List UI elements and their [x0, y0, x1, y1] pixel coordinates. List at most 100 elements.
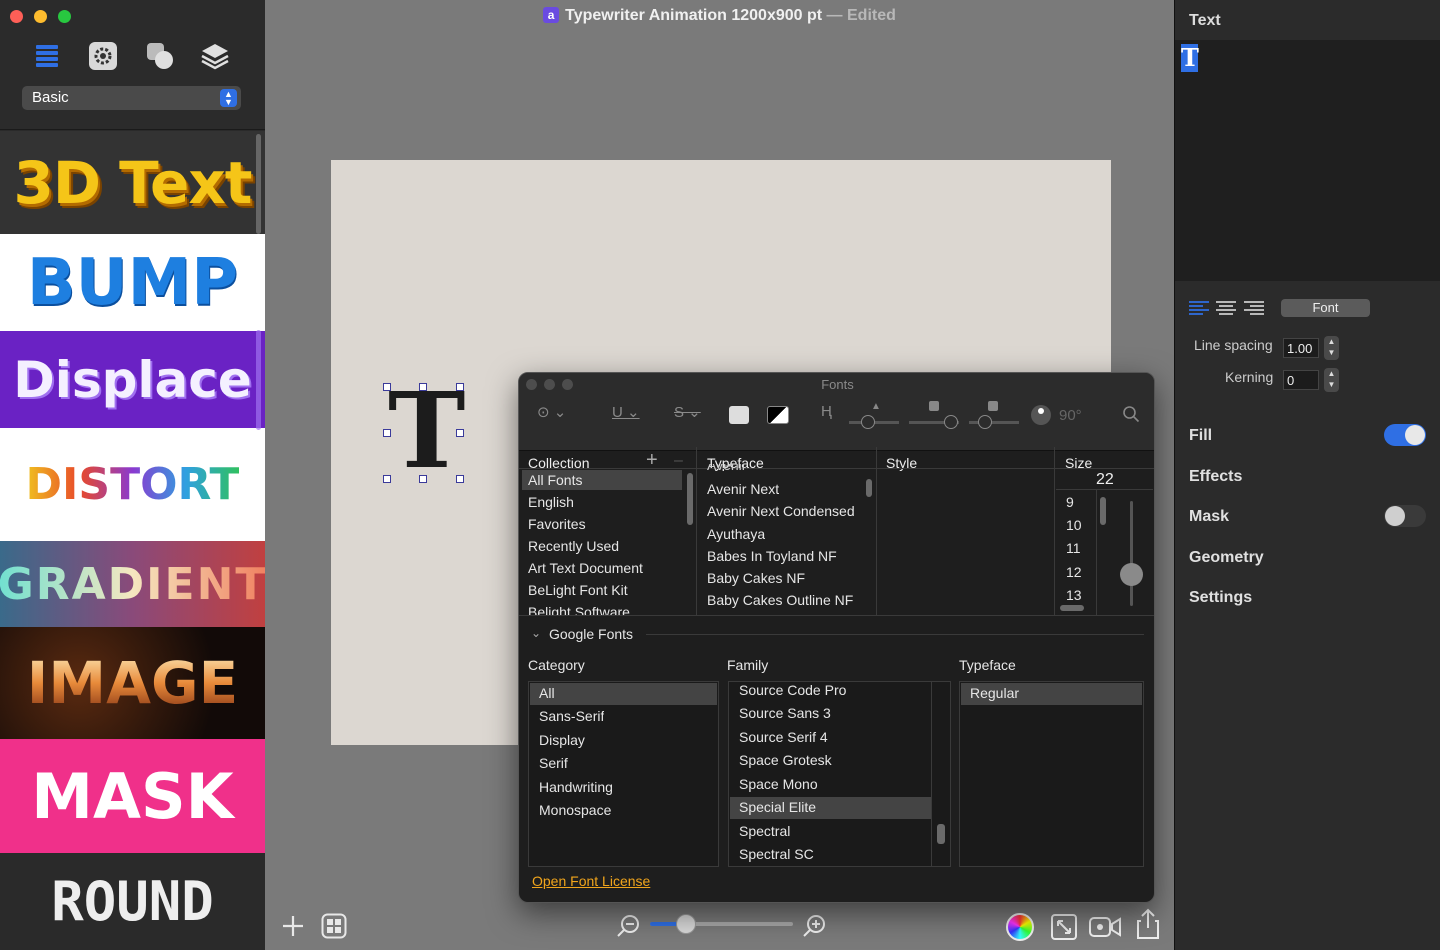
document-color-swatch[interactable] — [767, 406, 789, 424]
search-icon[interactable] — [1122, 405, 1140, 428]
size-item[interactable]: 9 — [1066, 494, 1074, 510]
family-scrollbar[interactable] — [937, 824, 945, 844]
size-item[interactable]: 12 — [1066, 564, 1082, 580]
font-button[interactable]: Font — [1281, 299, 1370, 317]
fill-toggle[interactable] — [1384, 424, 1426, 446]
preset-select[interactable]: Basic ▲ ▼ — [22, 86, 241, 110]
text-color-swatch[interactable] — [729, 406, 749, 424]
add-icon[interactable] — [281, 914, 305, 943]
align-center-icon[interactable] — [1216, 300, 1236, 316]
category-item[interactable]: Display — [539, 732, 585, 748]
family-item[interactable]: Space Mono — [739, 776, 818, 792]
gf-typeface-item[interactable]: Regular — [970, 685, 1019, 701]
category-item[interactable]: Sans-Serif — [539, 708, 604, 724]
resize-handle[interactable] — [419, 475, 427, 483]
family-item[interactable]: Source Code Pro — [739, 682, 846, 698]
layers-icon[interactable] — [199, 40, 231, 72]
family-item[interactable]: Spectral SC — [739, 846, 814, 862]
zoom-slider-knob[interactable] — [676, 914, 696, 934]
style-tile-3d-text[interactable]: 3D Text — [0, 131, 265, 234]
resize-handle[interactable] — [383, 475, 391, 483]
gear-icon[interactable] — [87, 40, 119, 72]
typeface-item[interactable]: Babes In Toyland NF — [707, 548, 837, 564]
zoom-out-icon[interactable] — [615, 913, 641, 944]
video-export-icon[interactable] — [1088, 913, 1122, 946]
style-tile-displace[interactable]: Displace — [0, 331, 265, 428]
resize-handle[interactable] — [456, 429, 464, 437]
align-left-icon[interactable] — [1189, 300, 1209, 316]
style-tile-round[interactable]: ROUND — [0, 853, 265, 950]
align-right-icon[interactable] — [1244, 300, 1264, 316]
mask-section[interactable]: Mask — [1189, 508, 1229, 526]
chevron-down-icon[interactable]: ⌄ — [531, 626, 541, 640]
collection-scrollbar[interactable] — [687, 473, 693, 525]
style-tile-mask[interactable]: MASK — [0, 739, 265, 853]
typeface-item[interactable]: Avenir Next — [707, 481, 779, 497]
style-tile-distort[interactable]: DISTORT — [0, 428, 265, 541]
geometry-section[interactable]: Geometry — [1189, 549, 1264, 567]
google-fonts-section-label[interactable]: Google Fonts — [549, 626, 633, 642]
share-icon[interactable] — [1135, 908, 1161, 945]
resize-handle[interactable] — [383, 383, 391, 391]
resize-handle[interactable] — [383, 429, 391, 437]
category-item[interactable]: All — [539, 685, 555, 701]
size-scrollbar[interactable] — [1100, 497, 1106, 525]
close-window-button[interactable] — [10, 10, 23, 23]
fit-to-window-icon[interactable] — [1050, 913, 1078, 946]
style-tile-bump[interactable]: BUMP — [0, 234, 265, 331]
settings-section[interactable]: Settings — [1189, 589, 1252, 607]
category-item[interactable]: Serif — [539, 755, 568, 771]
size-slider-knob[interactable] — [1120, 563, 1143, 586]
strikethrough-icon[interactable]: S ⌄ — [674, 403, 701, 421]
collection-item[interactable]: Art Text Document — [528, 560, 643, 576]
grid-view-icon[interactable] — [321, 913, 347, 944]
kerning-stepper[interactable]: ▲ ▼ — [1324, 368, 1339, 392]
style-tile-gradient[interactable]: GRADIENT — [0, 541, 265, 627]
family-item[interactable]: Source Serif 4 — [739, 729, 828, 745]
typeface-item[interactable]: Avenir Next Condensed — [707, 503, 857, 519]
size-item[interactable]: 11 — [1066, 540, 1081, 556]
collection-item[interactable]: All Fonts — [528, 472, 582, 488]
shadow-angle-dial[interactable] — [1031, 405, 1051, 425]
resize-handle[interactable] — [419, 383, 427, 391]
collection-item[interactable]: BeLight Font Kit — [528, 582, 628, 598]
family-item[interactable]: Space Grotesk — [739, 752, 832, 768]
typeface-scrollbar[interactable] — [866, 479, 872, 497]
text-editor[interactable]: T — [1175, 40, 1440, 281]
typeface-item[interactable]: Ayuthaya — [707, 526, 765, 542]
kerning-field[interactable]: 0 — [1283, 370, 1319, 390]
color-wheel-icon[interactable] — [1006, 913, 1034, 941]
shadow-blur-knob[interactable] — [944, 415, 958, 429]
text-shadow-icon[interactable]: Ⱨ — [821, 403, 832, 420]
collection-item[interactable]: English — [528, 494, 574, 510]
size-item[interactable]: 13 — [1066, 587, 1082, 603]
size-field[interactable]: 22 — [1056, 470, 1153, 490]
styles-scrollbar[interactable] — [256, 134, 261, 234]
family-item[interactable]: Source Sans 3 — [739, 705, 831, 721]
fill-section[interactable]: Fill — [1189, 427, 1212, 445]
zoom-in-icon[interactable] — [801, 913, 827, 944]
line-spacing-stepper[interactable]: ▲ ▼ — [1324, 336, 1339, 360]
minimize-window-button[interactable] — [34, 10, 47, 23]
shapes-icon[interactable] — [144, 40, 176, 72]
size-item[interactable]: 10 — [1066, 517, 1082, 533]
action-menu-icon[interactable]: ⊙ ⌄ — [537, 403, 566, 421]
typeface-item[interactable]: Baby Cakes NF — [707, 570, 805, 586]
shadow-offset-knob[interactable] — [978, 415, 992, 429]
list-icon[interactable] — [31, 40, 63, 72]
resize-handle[interactable] — [456, 383, 464, 391]
line-spacing-field[interactable]: 1.00 — [1283, 338, 1319, 358]
resize-handle[interactable] — [456, 475, 464, 483]
shadow-opacity-knob[interactable] — [861, 415, 875, 429]
typeface-item[interactable]: Baby Cakes Outline NF — [707, 592, 853, 608]
mask-toggle[interactable] — [1384, 505, 1426, 527]
collection-item[interactable]: Favorites — [528, 516, 586, 532]
size-horizontal-scrollbar[interactable] — [1060, 605, 1084, 611]
family-item-selected[interactable]: Special Elite — [739, 799, 816, 815]
underline-icon[interactable]: U ⌄ — [612, 403, 640, 421]
effects-section[interactable]: Effects — [1189, 468, 1242, 486]
text-object[interactable]: T — [386, 379, 465, 483]
collection-item[interactable]: Recently Used — [528, 538, 619, 554]
family-item[interactable]: Spectral — [739, 823, 790, 839]
zoom-window-button[interactable] — [58, 10, 71, 23]
